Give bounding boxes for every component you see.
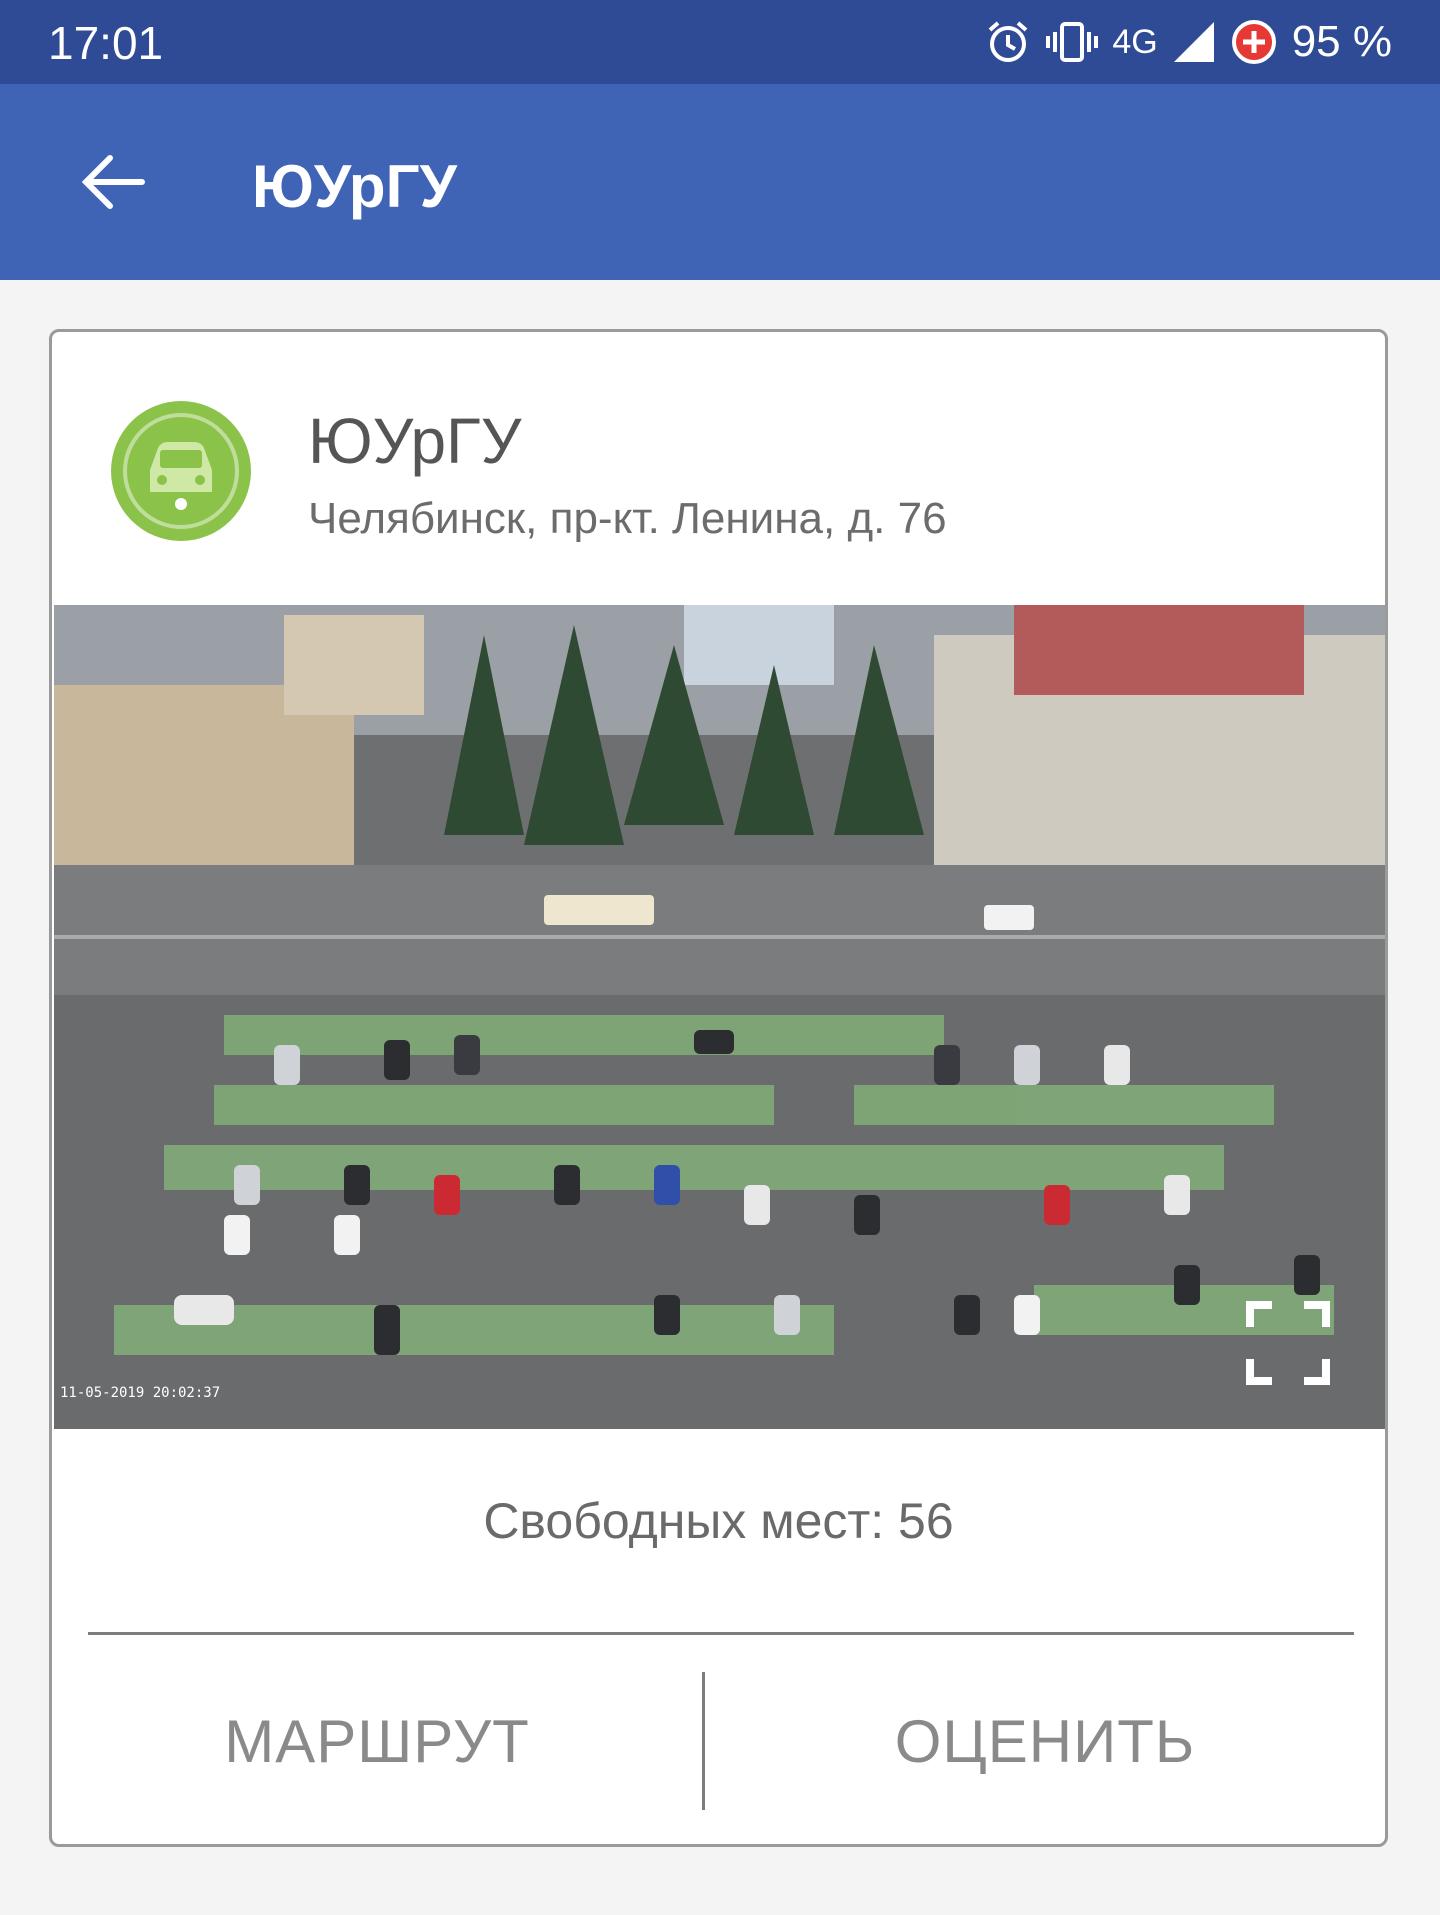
network-type: 4G xyxy=(1112,22,1158,61)
status-time: 17:01 xyxy=(48,17,164,69)
divider xyxy=(88,1632,1354,1635)
app-bar: ЮУрГУ xyxy=(0,84,1440,280)
parking-name: ЮУрГУ xyxy=(308,405,522,477)
status-bar: 17:01 4G 95 % xyxy=(0,0,1440,84)
camera-image[interactable]: 11-05-2019 20:02:37 xyxy=(54,605,1385,1429)
vibrate-icon xyxy=(1046,18,1099,66)
fullscreen-icon[interactable] xyxy=(1246,1301,1330,1385)
rate-button[interactable]: ОЦЕНИТЬ xyxy=(705,1682,1385,1802)
signal-icon xyxy=(1172,20,1216,64)
route-button[interactable]: МАРШРУТ xyxy=(52,1682,702,1802)
battery-level: 95 % xyxy=(1291,17,1392,66)
back-button[interactable] xyxy=(72,146,152,218)
camera-timestamp: 11-05-2019 20:02:37 xyxy=(60,1385,221,1401)
parking-camera-scene xyxy=(54,605,1385,1429)
parking-address: Челябинск, пр-кт. Ленина, д. 76 xyxy=(308,494,947,543)
status-icons: 4G 95 % xyxy=(984,14,1392,70)
alarm-clock-icon xyxy=(984,18,1032,66)
page-title: ЮУрГУ xyxy=(252,153,457,220)
battery-saver-icon xyxy=(1230,18,1278,66)
free-spots-count: Свободных мест: 56 xyxy=(483,1493,954,1549)
arrow-left-icon xyxy=(81,155,145,209)
parking-card: ЮУрГУ Челябинск, пр-кт. Ленина, д. 76 11… xyxy=(49,329,1388,1847)
car-logo-icon xyxy=(111,401,251,541)
